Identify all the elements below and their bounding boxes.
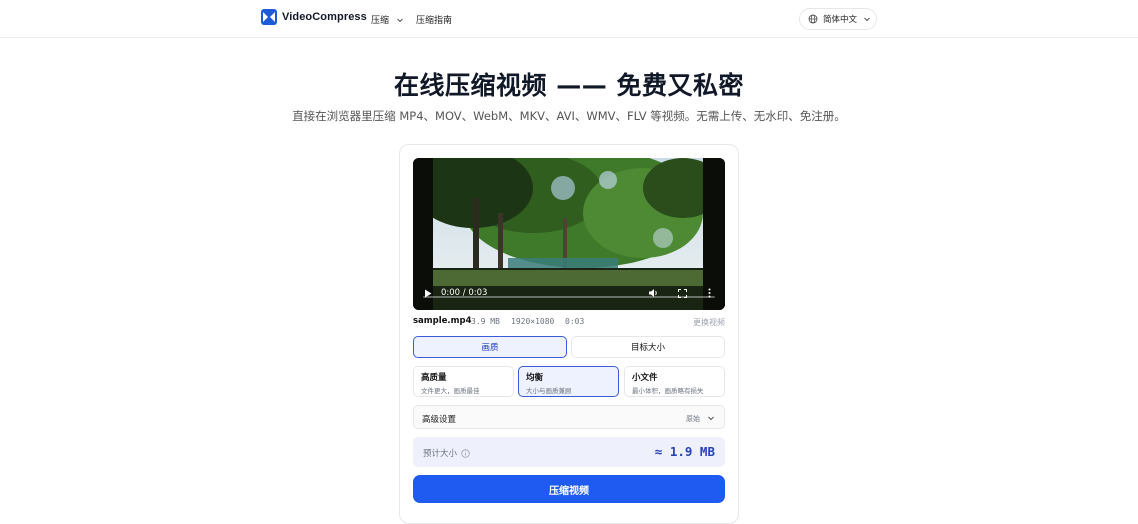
file-duration: 0:03: [565, 317, 585, 326]
nav-compress-menu[interactable]: 压缩: [371, 13, 405, 26]
estimated-size-label-wrap: 预计大小: [423, 447, 470, 459]
preset-title: 小文件: [632, 373, 658, 383]
logo-icon: [261, 9, 277, 25]
advanced-settings-value: 原始: [686, 415, 700, 423]
file-name: sample.mp4: [413, 316, 472, 326]
video-progress-bar[interactable]: [423, 296, 715, 298]
advanced-settings-toggle[interactable]: 高级设置 原始: [413, 405, 725, 429]
nav-guide-label: 压缩指南: [416, 16, 453, 26]
preset-small-file[interactable]: 小文件 最小体积，画质略有损失: [624, 366, 725, 397]
page-subtitle: 直接在浏览器里压缩 MP4、MOV、WebM、MKV、AVI、WMV、FLV 等…: [292, 109, 846, 123]
preset-desc: 文件更大，画质最佳: [421, 387, 480, 395]
estimated-size-panel: 预计大小 ≈ 1.9 MB: [413, 437, 725, 467]
preset-desc: 大小与画质兼顾: [526, 387, 572, 395]
file-resolution: 1920×1080: [511, 317, 555, 326]
language-selector[interactable]: 简体中文: [799, 8, 877, 30]
nav-guide-link[interactable]: 压缩指南: [416, 13, 452, 26]
brand-name: VideoCompress: [282, 11, 367, 23]
globe-icon: [808, 14, 818, 24]
file-info: sample.mp4 3.9 MB 1920×1080 0:03 更换视频: [413, 316, 725, 328]
estimated-size-value: ≈ 1.9 MB: [654, 444, 715, 459]
chevron-down-icon: [708, 416, 714, 421]
info-icon[interactable]: [461, 448, 470, 458]
file-size: 3.9 MB: [471, 317, 500, 326]
preset-high-quality[interactable]: 高质量 文件更大，画质最佳: [413, 366, 514, 397]
top-nav-bar: VideoCompress 压缩 压缩指南 简体中文: [0, 0, 1138, 38]
video-controls: 0:00 / 0:03: [413, 270, 725, 310]
chevron-down-icon: [864, 17, 870, 22]
estimated-size-label: 预计大小: [423, 449, 458, 459]
preset-title: 高质量: [421, 373, 447, 383]
preset-desc: 最小体积，画质略有损失: [632, 387, 704, 395]
video-player[interactable]: 0:00 / 0:03: [413, 158, 725, 310]
preset-title: 均衡: [526, 373, 544, 383]
brand-logo[interactable]: VideoCompress: [261, 9, 367, 25]
page-title: 在线压缩视频 —— 免费又私密: [394, 71, 744, 100]
compress-video-button[interactable]: 压缩视频: [413, 475, 725, 503]
chevron-down-icon: [397, 18, 403, 22]
nav-compress-label: 压缩: [371, 16, 390, 26]
advanced-settings-label: 高级设置: [422, 415, 457, 425]
replace-video-link[interactable]: 更换视频: [693, 317, 725, 328]
tab-quality[interactable]: 画质: [413, 336, 567, 358]
language-label: 简体中文: [823, 15, 858, 25]
preset-balanced[interactable]: 均衡 大小与画质兼顾: [518, 366, 619, 397]
tab-target-size[interactable]: 目标大小: [571, 336, 725, 358]
